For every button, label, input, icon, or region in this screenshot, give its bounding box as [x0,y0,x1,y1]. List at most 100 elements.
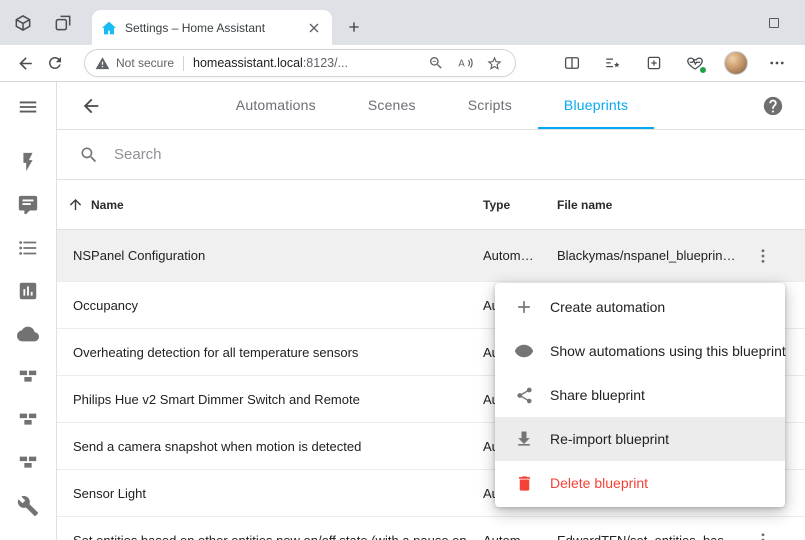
security-label: Not secure [116,56,174,70]
tab-close-icon[interactable] [305,19,323,37]
url-text[interactable]: homeassistant.local:8123/... [193,56,418,70]
browser-tab[interactable]: Settings – Home Assistant [92,10,332,45]
row-name-cell: Occupancy [57,298,483,313]
row-name-cell: Set entities based on other entities new… [57,533,483,540]
essentials-status-dot [699,66,707,74]
comment-icon [17,194,39,216]
sidebar-menu-icon[interactable] [9,88,47,126]
menu-item-label: Create automation [550,299,665,315]
tab-blueprints[interactable]: Blueprints [538,82,654,129]
site-security-chip[interactable]: Not secure [95,56,174,71]
download-icon [513,428,535,450]
split-screen-icon[interactable] [558,49,586,77]
tab-automations[interactable]: Automations [210,82,342,129]
table-row[interactable]: NSPanel Configuration Autom… Blackymas/n… [57,230,805,282]
bricks-icon [17,366,39,388]
help-icon[interactable] [753,86,793,126]
column-header-type[interactable]: Type [483,198,557,212]
maximize-button[interactable] [759,8,789,38]
address-bar[interactable]: Not secure homeassistant.local:8123/... … [84,49,516,77]
sidebar-item-history[interactable] [7,269,49,312]
table-header: Name Type File name [57,180,805,230]
menu-item-label: Delete blueprint [550,475,648,491]
row-type-cell: Autom… [483,533,557,540]
favorites-icon[interactable] [599,49,627,77]
row-name-cell: Send a camera snapshot when motion is de… [57,439,483,454]
search-icon [79,145,99,165]
browser-essentials-icon[interactable] [681,49,709,77]
toolbar-right-icons [558,49,795,77]
home-assistant-favicon [101,20,117,36]
favorite-star-icon[interactable] [483,52,505,74]
ha-sidebar [0,82,57,540]
column-header-file[interactable]: File name [557,198,737,212]
zoom-indicator-icon[interactable] [425,52,447,74]
sidebar-item-cloud[interactable] [7,312,49,355]
sidebar-item-devices-3[interactable] [7,441,49,484]
settings-tabs: Automations Scenes Scripts Blueprints [111,82,753,129]
tab-title: Settings – Home Assistant [125,21,297,35]
menu-item-show-automations[interactable]: Show automations using this blueprint [495,329,785,373]
row-name-cell: NSPanel Configuration [57,248,483,263]
plus-icon [513,296,535,318]
back-button[interactable] [10,48,40,78]
menu-item-delete-blueprint[interactable]: Delete blueprint [495,461,785,505]
row-name-cell: Sensor Light [57,486,483,501]
menu-item-create-automation[interactable]: Create automation [495,285,785,329]
column-header-name[interactable]: Name [57,196,483,213]
collections-icon[interactable] [640,49,668,77]
eye-icon [513,340,535,362]
sidebar-item-todo-lists[interactable] [7,226,49,269]
trash-icon [513,472,535,494]
window-controls [759,0,805,45]
ha-back-button[interactable] [71,86,111,126]
menu-item-label: Share blueprint [550,387,645,403]
ha-top-bar: Automations Scenes Scripts Blueprints [57,82,805,130]
list-icon [17,237,39,259]
refresh-button[interactable] [40,48,70,78]
table-row[interactable]: Set entities based on other entities new… [57,517,805,540]
share-icon [513,384,535,406]
workspaces-icon[interactable] [10,10,36,36]
row-name-cell: Overheating detection for all temperatur… [57,345,483,360]
browser-titlebar: Settings – Home Assistant [0,0,805,45]
sidebar-item-tools[interactable] [7,484,49,527]
header-name-label: Name [91,198,124,212]
menu-item-label: Show automations using this blueprint [550,343,786,359]
menu-item-reimport-blueprint[interactable]: Re-import blueprint [495,417,785,461]
menu-item-share-blueprint[interactable]: Share blueprint [495,373,785,417]
bricks-icon [17,452,39,474]
search-bar [57,130,805,180]
warning-icon [95,56,110,71]
row-file-cell: EdwardTFN/set_entities_bas… [557,533,737,540]
browser-toolbar: Not secure homeassistant.local:8123/... … [0,45,805,82]
address-divider [183,56,184,71]
row-type-cell: Autom… [483,248,557,263]
row-overflow-menu-icon[interactable] [737,517,789,540]
read-aloud-icon[interactable]: A [454,52,476,74]
sidebar-item-energy[interactable] [7,140,49,183]
cloud-icon [17,323,39,345]
sidebar-item-logbook[interactable] [7,183,49,226]
sidebar-item-devices-2[interactable] [7,398,49,441]
blueprint-context-menu: Create automation Show automations using… [495,283,785,507]
profile-avatar[interactable] [722,49,750,77]
tab-scripts[interactable]: Scripts [442,82,538,129]
new-tab-button[interactable] [340,13,368,41]
row-overflow-menu-icon[interactable] [737,230,789,281]
sort-ascending-icon [67,196,84,213]
chart-box-icon [17,280,39,302]
bricks-icon [17,409,39,431]
svg-text:A: A [458,58,465,69]
titlebar-left-actions [0,0,76,45]
tab-scenes[interactable]: Scenes [342,82,442,129]
menu-item-label: Re-import blueprint [550,431,669,447]
tab-actions-icon[interactable] [50,10,76,36]
row-name-cell: Philips Hue v2 Smart Dimmer Switch and R… [57,392,483,407]
wrench-icon [17,495,39,517]
row-file-cell: Blackymas/nspanel_blueprin… [557,248,737,263]
sidebar-item-devices-1[interactable] [7,355,49,398]
search-input[interactable] [114,146,783,163]
settings-menu-icon[interactable] [763,49,791,77]
lightning-icon [17,151,39,173]
